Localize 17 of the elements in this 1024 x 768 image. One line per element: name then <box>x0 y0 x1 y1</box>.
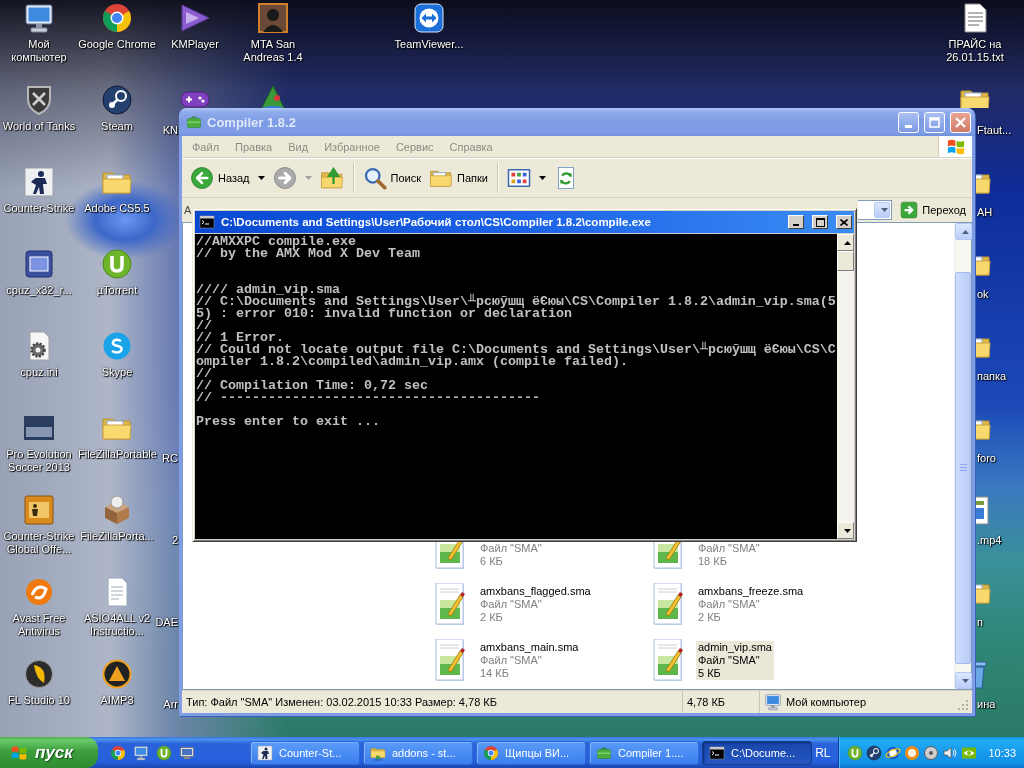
console-line: // by the AMX Mod X Dev Team <box>196 248 420 260</box>
console-line: ompiler 1.8.2\compiled\admin_vip.amx (compile failed). <box>196 356 628 368</box>
console-line: //// admin_vip.sma <box>196 284 340 296</box>
console-line: //AMXXPC compile.exe <box>196 236 356 248</box>
address-label: А <box>184 204 192 216</box>
console-line: // <box>196 368 212 380</box>
status-details: Тип: Файл "SMA" Изменен: 03.02.2015 10:33 Размер: 4,78 КБ <box>186 696 497 708</box>
window-title: Compiler 1.8.2 <box>207 114 297 130</box>
console-line: // 1 Error. <box>196 332 284 344</box>
console-line: Press enter to exit ... <box>196 416 380 428</box>
console-line: 5) : error 010: invalid function or declaration <box>196 308 572 320</box>
console-line: // ---------------------------------------- <box>196 392 540 404</box>
status-size: 4,78 КБ <box>687 696 726 708</box>
console-line: // Compilation Time: 0,72 sec <box>196 380 428 392</box>
console-line: // <box>196 320 212 332</box>
status-location: Мой компьютер <box>786 696 867 708</box>
window-title: C:\Documents and Settings\User\Рабочий стол\CS\Compiler 1.8.2\compile.exe <box>221 216 652 228</box>
